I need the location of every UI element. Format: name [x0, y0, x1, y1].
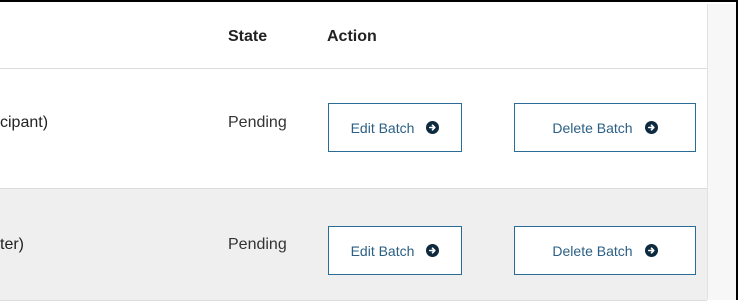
edit-batch-button[interactable]: Edit Batch [328, 226, 462, 275]
action-column-header: Action [327, 28, 377, 45]
edit-batch-label: Edit Batch [350, 119, 415, 136]
table-row: ter) Pending Edit Batch Delete Batch [0, 189, 707, 301]
arrow-right-circle-icon [426, 244, 440, 257]
table-header-row: State Action [0, 4, 707, 69]
arrow-right-circle-icon [644, 244, 658, 257]
delete-batch-label: Delete Batch [552, 119, 633, 136]
delete-batch-label: Delete Batch [552, 242, 633, 259]
table-row: cipant) Pending Edit Batch Delete Batch [0, 69, 707, 189]
delete-batch-button[interactable]: Delete Batch [514, 226, 696, 275]
batch-table: State Action cipant) Pending Edit Batch … [0, 4, 707, 301]
batch-name-cell: ter) [0, 236, 24, 253]
state-column-header: State [228, 28, 268, 45]
delete-batch-button[interactable]: Delete Batch [514, 103, 696, 152]
arrow-right-circle-icon [426, 121, 440, 134]
batch-name-cell: cipant) [0, 114, 49, 131]
vertical-scrollbar[interactable] [707, 4, 736, 300]
arrow-right-circle-icon [644, 121, 658, 134]
window-frame: State Action cipant) Pending Edit Batch … [0, 0, 738, 301]
state-cell: Pending [228, 114, 287, 131]
state-cell: Pending [228, 236, 287, 253]
edit-batch-label: Edit Batch [350, 242, 415, 259]
edit-batch-button[interactable]: Edit Batch [328, 103, 462, 152]
